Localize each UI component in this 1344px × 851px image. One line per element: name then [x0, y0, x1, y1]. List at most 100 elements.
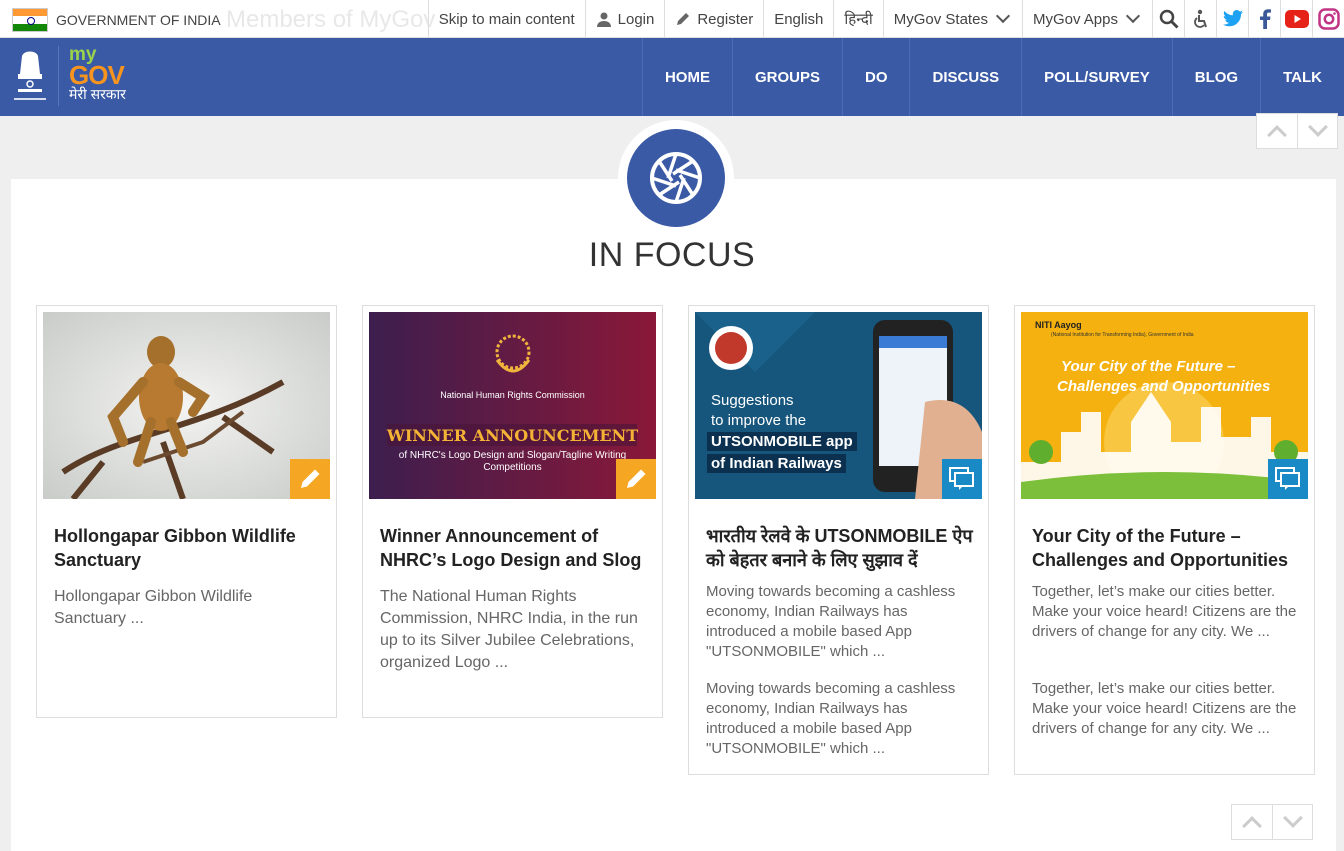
- skip-label: Skip to main content: [438, 10, 575, 28]
- youtube-link[interactable]: [1280, 0, 1312, 38]
- scroll-down-button[interactable]: [1297, 114, 1337, 148]
- nhrc-sub-text: of NHRC's Logo Design and Slogan/Tagline…: [398, 450, 627, 473]
- city-future-banner: [1021, 312, 1308, 499]
- utility-links: Skip to main content Login Register Engl…: [427, 0, 1344, 38]
- mygov-apps-dropdown[interactable]: MyGov Apps: [1021, 0, 1152, 38]
- scroll-up-button[interactable]: [1257, 114, 1297, 148]
- twitter-link[interactable]: [1216, 0, 1248, 38]
- scroll-down-button[interactable]: [1272, 805, 1312, 839]
- discussion-badge[interactable]: [1268, 459, 1308, 499]
- hindi-label: हिन्दी: [844, 11, 873, 28]
- uts-line3: UTSONMOBILE app: [707, 432, 857, 451]
- mygov-logo[interactable]: my GOV मेरी सरकार: [58, 45, 126, 106]
- section-heading: IN FOCUS: [588, 236, 756, 274]
- in-focus-badge: [618, 120, 734, 236]
- government-of-india-link[interactable]: GOVERNMENT OF INDIA: [12, 8, 221, 32]
- instagram-link[interactable]: [1312, 0, 1344, 38]
- india-flag-icon: [12, 8, 48, 32]
- accessibility-button[interactable]: [1184, 0, 1216, 38]
- gibbon-illustration: [43, 312, 330, 499]
- nav-item-home[interactable]: HOME: [641, 38, 732, 116]
- card-image-gibbon[interactable]: [43, 312, 330, 499]
- camera-aperture-icon: [650, 152, 702, 204]
- pencil-badge[interactable]: [290, 459, 330, 499]
- chevron-down-icon: [1282, 808, 1303, 828]
- nhrc-headline-text: WINNER ANNOUNCEMENT: [386, 426, 639, 445]
- card-description-repeat: Together, let’s make our cities better. …: [1032, 680, 1297, 737]
- uts-line4: of Indian Railways: [707, 454, 846, 473]
- pencil-badge[interactable]: [616, 459, 656, 499]
- scroll-arrows-bottom: [1231, 804, 1313, 840]
- facebook-icon: [1259, 9, 1271, 29]
- nav-item-discuss[interactable]: DISCUSS: [909, 38, 1021, 116]
- pencil-icon: [677, 13, 690, 25]
- accessibility-icon: [1193, 9, 1207, 28]
- nav-item-poll-survey[interactable]: POLL/SURVEY: [1021, 38, 1172, 116]
- card-image-city-future[interactable]: NITI Aayog (National Institution for Tra…: [1021, 312, 1308, 499]
- logo-gov-text: GOV: [69, 60, 125, 90]
- focus-card-gibbon[interactable]: Hollongapar Gibbon Wildlife Sanctuary Ho…: [36, 305, 337, 718]
- facebook-link[interactable]: [1248, 0, 1280, 38]
- uts-line1: Suggestions: [711, 392, 794, 409]
- focus-card-utsonmobile[interactable]: Suggestions to improve the UTSONMOBILE a…: [688, 305, 989, 775]
- government-label: GOVERNMENT OF INDIA: [56, 12, 221, 28]
- card-description: Together, let’s make our cities better. …: [1032, 583, 1297, 640]
- nav-item-groups[interactable]: GROUPS: [731, 38, 842, 116]
- scroll-arrows-top: [1256, 113, 1338, 149]
- hindi-link[interactable]: हिन्दी: [833, 0, 882, 38]
- scroll-up-button[interactable]: [1232, 805, 1272, 839]
- focus-card-nhrc[interactable]: National Human Rights Commission WINNER …: [362, 305, 663, 718]
- nhrc-org-text: National Human Rights Commission: [440, 390, 585, 400]
- search-button[interactable]: [1152, 0, 1184, 38]
- city-line1: Your City of the Future –: [1061, 358, 1236, 375]
- pencil-icon: [627, 469, 646, 488]
- twitter-icon: [1222, 10, 1243, 27]
- card-title[interactable]: Winner Announcement of NHRC’s Logo Desig…: [380, 524, 650, 572]
- card-image-nhrc[interactable]: National Human Rights Commission WINNER …: [369, 312, 656, 499]
- niti-org-sub-text: (National Institution for Transforming I…: [1051, 332, 1194, 338]
- user-icon: [596, 12, 611, 27]
- instagram-icon: [1317, 8, 1340, 30]
- nav-item-talk[interactable]: TALK: [1260, 38, 1344, 116]
- login-label: Login: [617, 10, 655, 28]
- card-description-repeat: Moving towards becoming a cashless econo…: [706, 680, 956, 757]
- niti-org-text: NITI Aayog: [1035, 320, 1082, 330]
- english-link[interactable]: English: [763, 0, 833, 38]
- card-title[interactable]: Your City of the Future – Challenges and…: [1032, 524, 1302, 572]
- mygov-states-dropdown[interactable]: MyGov States: [882, 0, 1022, 38]
- city-line2: Challenges and Opportunities: [1057, 378, 1271, 395]
- card-image-utsonmobile[interactable]: Suggestions to improve the UTSONMOBILE a…: [695, 312, 982, 499]
- discussion-badge[interactable]: [942, 459, 982, 499]
- card-description: The National Human Rights Commission, NH…: [380, 588, 638, 671]
- pencil-icon: [301, 469, 320, 488]
- discussion-icon: [949, 467, 974, 490]
- uts-line2: to improve the: [711, 412, 807, 429]
- states-label: MyGov States: [893, 10, 988, 28]
- chevron-down-icon: [1307, 117, 1328, 137]
- card-description: Moving towards becoming a cashless econo…: [706, 583, 956, 660]
- chevron-up-icon: [1242, 816, 1262, 836]
- card-title[interactable]: Hollongapar Gibbon Wildlife Sanctuary: [54, 524, 324, 572]
- focus-card-city-future[interactable]: NITI Aayog (National Institution for Tra…: [1014, 305, 1315, 775]
- skip-to-content-link[interactable]: Skip to main content: [427, 0, 585, 38]
- nav-menu: HOME GROUPS DO DISCUSS POLL/SURVEY BLOG …: [641, 38, 1344, 116]
- youtube-icon: [1284, 10, 1309, 28]
- top-utility-bar: GOVERNMENT OF INDIA Members of MyGov Ski…: [0, 0, 1344, 38]
- chevron-down-icon: [1125, 8, 1141, 24]
- card-description: Hollongapar Gibbon Wildlife Sanctuary ..…: [54, 588, 253, 627]
- login-link[interactable]: Login: [584, 0, 665, 38]
- card-title[interactable]: भारतीय रेलवे के UTSONMOBILE ऐप को बेहतर …: [706, 524, 976, 572]
- search-icon: [1159, 9, 1179, 29]
- english-label: English: [774, 10, 824, 28]
- nav-item-do[interactable]: DO: [841, 38, 910, 116]
- chevron-down-icon: [995, 8, 1011, 24]
- background-ghost-text: Members of MyGov: [226, 6, 436, 33]
- chevron-up-icon: [1267, 125, 1287, 145]
- register-link[interactable]: Register: [664, 0, 763, 38]
- apps-label: MyGov Apps: [1032, 10, 1118, 28]
- main-navigation: my GOV मेरी सरकार HOME GROUPS DO DISCUSS…: [0, 38, 1344, 116]
- nav-item-blog[interactable]: BLOG: [1171, 38, 1260, 116]
- logo-hindi-text: मेरी सरकार: [69, 86, 126, 102]
- register-label: Register: [697, 10, 754, 28]
- national-emblem-icon[interactable]: [12, 46, 48, 106]
